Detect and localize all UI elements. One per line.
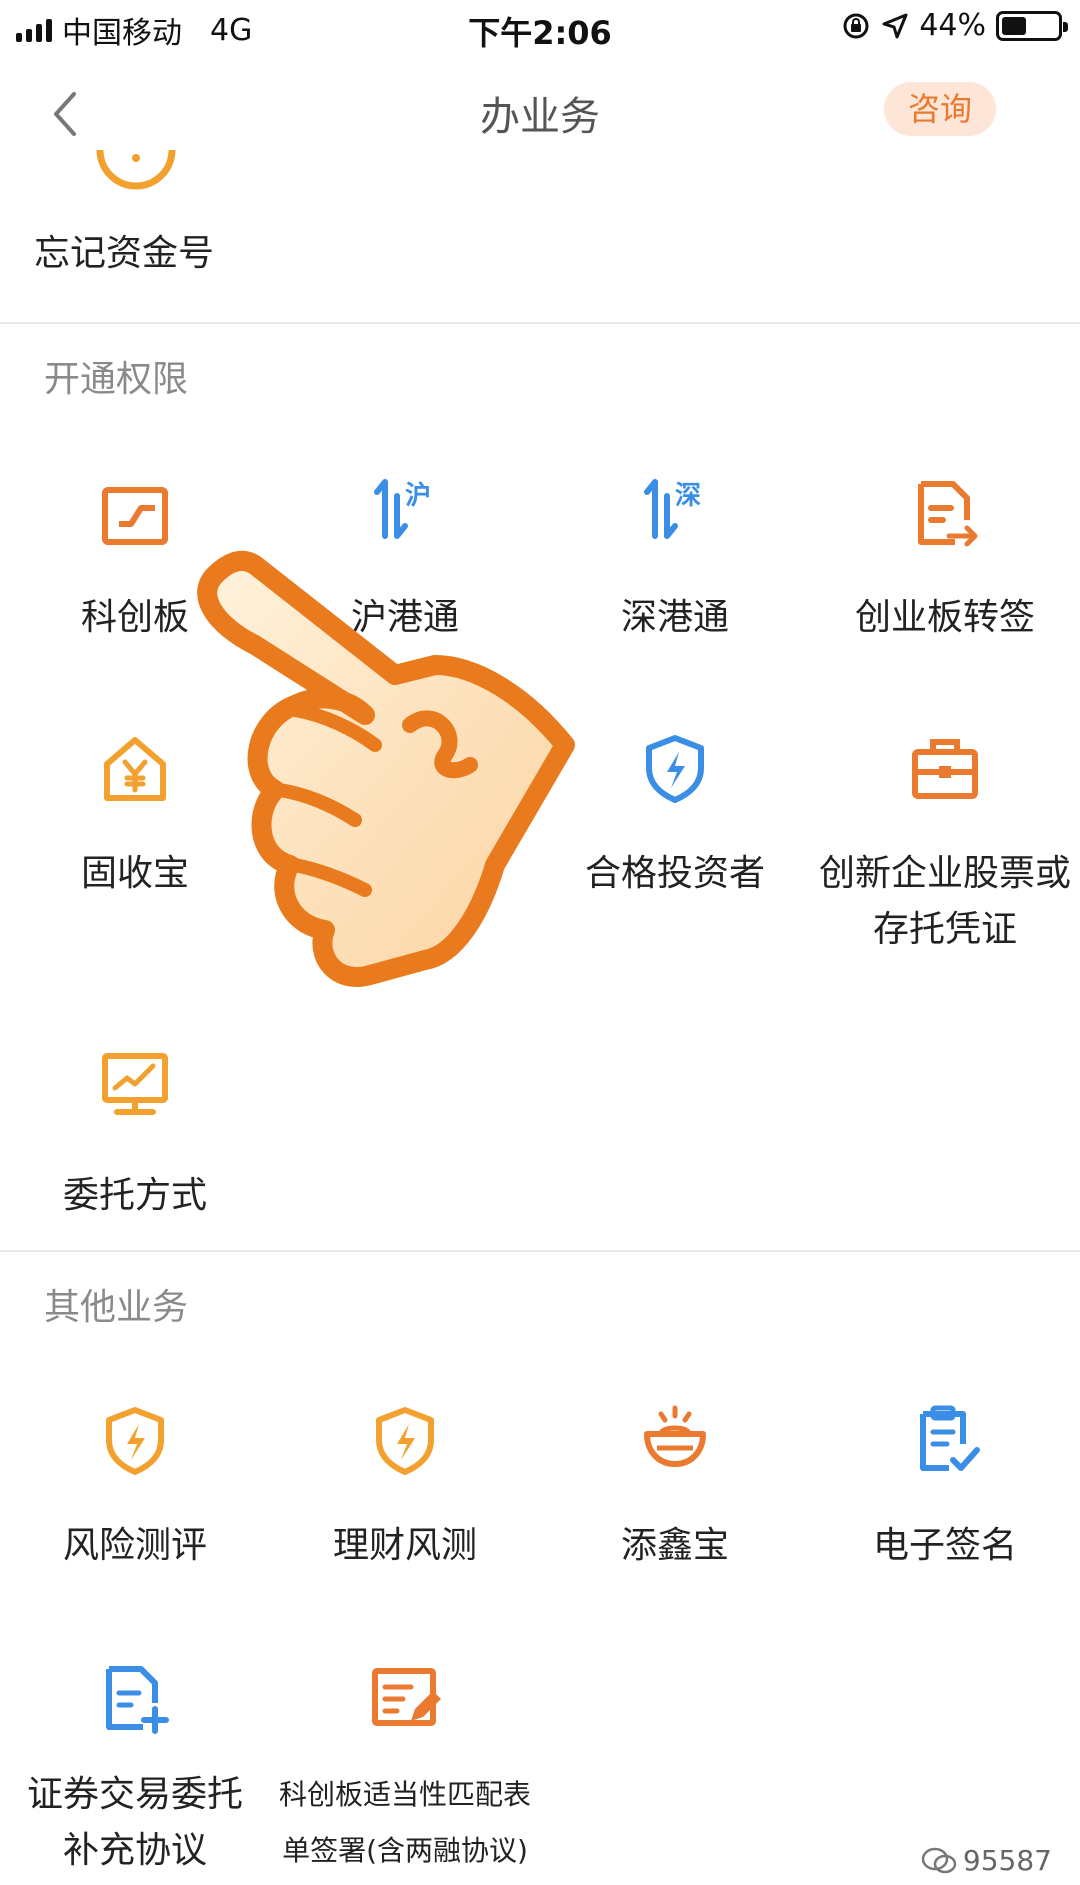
item-tianxinbao[interactable]: 添鑫宝 [540,1400,810,1580]
status-right: 44% [841,8,1068,43]
item-label: 委托方式 [62,1175,207,1216]
battery-percent: 44% [919,8,986,43]
shenzhen-hk-connect-icon: 深 [644,479,701,539]
star-market-icon [102,487,168,545]
svg-text:沪: 沪 [405,481,431,511]
svg-text:深: 深 [675,481,701,511]
gold-ingot-icon [644,1405,706,1467]
item-label: 合格投资者 [584,853,765,894]
item-star-market[interactable]: 科创板 [0,470,270,650]
monitor-chart-icon [102,1053,168,1115]
section-divider [0,1250,1080,1252]
item-label: 风险测评 [62,1525,207,1566]
consult-button[interactable]: 咨询 [884,82,996,136]
document-transfer-icon [918,481,978,547]
item-label: 添鑫宝 [620,1525,729,1566]
rotation-lock-icon [843,13,869,38]
location-arrow-icon [882,13,908,38]
document-plus-icon [106,1666,169,1734]
status-bar: 中国移动 4G 下午2:06 44% [0,0,1080,56]
item-shanghai-hk-connect[interactable]: 沪 沪港通 [270,470,540,650]
item-label: 沪港通 [350,597,459,638]
document-edit-icon [372,1668,441,1726]
house-yuan-icon [104,737,166,801]
forgot-fund-account-item[interactable]: 忘记资金号 [34,226,214,282]
item-label-line2: 补充协议 [62,1830,207,1871]
item-label-line2: 存托凭证 [872,909,1017,950]
briefcase-icon [912,739,978,799]
watermark-text: 95587 [962,1844,1052,1877]
item-risk-assessment[interactable]: 风险测评 [0,1400,270,1580]
item-label: 固收宝 [80,853,189,894]
item-chinext-transfer[interactable]: 创业板转签 [810,470,1080,650]
item-e-signature[interactable]: 电子签名 [810,1400,1080,1580]
item-trading-supplement-agreement[interactable]: 证券交易委托 补充协议 [0,1655,270,1885]
item-innovative-stock-cdr[interactable]: 创新企业股票或 存托凭证 [810,730,1080,960]
wechat-icon [921,1847,957,1873]
item-entrust-method[interactable]: 委托方式 [0,1040,270,1220]
item-label: 理财风测 [332,1525,477,1566]
item-fixed-income[interactable]: 固收宝 [0,730,270,910]
shield-bolt-icon [106,1407,164,1475]
section-divider [0,322,1080,324]
battery-icon [996,10,1068,41]
item-label-line2: 单签署(含两融协议) [282,1834,528,1867]
item-star-market-suitability-form[interactable]: 科创板适当性匹配表 单签署(含两融协议) [270,1655,540,1885]
shanghai-hk-connect-icon: 沪 [374,479,431,539]
clipboard-check-icon [920,1405,980,1471]
section-title-other-business: 其他业务 [44,1287,189,1328]
watermark: 95587 [921,1844,1052,1877]
section-title-open-permissions: 开通权限 [44,359,189,400]
item-label: 深港通 [620,597,729,638]
item-label: 电子签名 [872,1525,1017,1566]
item-wealth-risk-test[interactable]: 理财风测 [270,1400,540,1580]
item-label-line1: 科创板适当性匹配表 [278,1778,531,1811]
item-shenzhen-hk-connect[interactable]: 深 深港通 [540,470,810,650]
item-label-line1: 创新企业股票或 [818,853,1071,894]
item-label: 创业板转签 [854,597,1035,638]
item-label-line1: 证券交易委托 [26,1774,243,1815]
shield-bolt-icon [376,1407,434,1475]
partial-item-icon [96,150,176,190]
shield-bolt-icon [646,735,704,803]
item-qualified-investor[interactable]: 合格投资者 [540,730,810,910]
item-label: 科创板 [80,597,189,638]
